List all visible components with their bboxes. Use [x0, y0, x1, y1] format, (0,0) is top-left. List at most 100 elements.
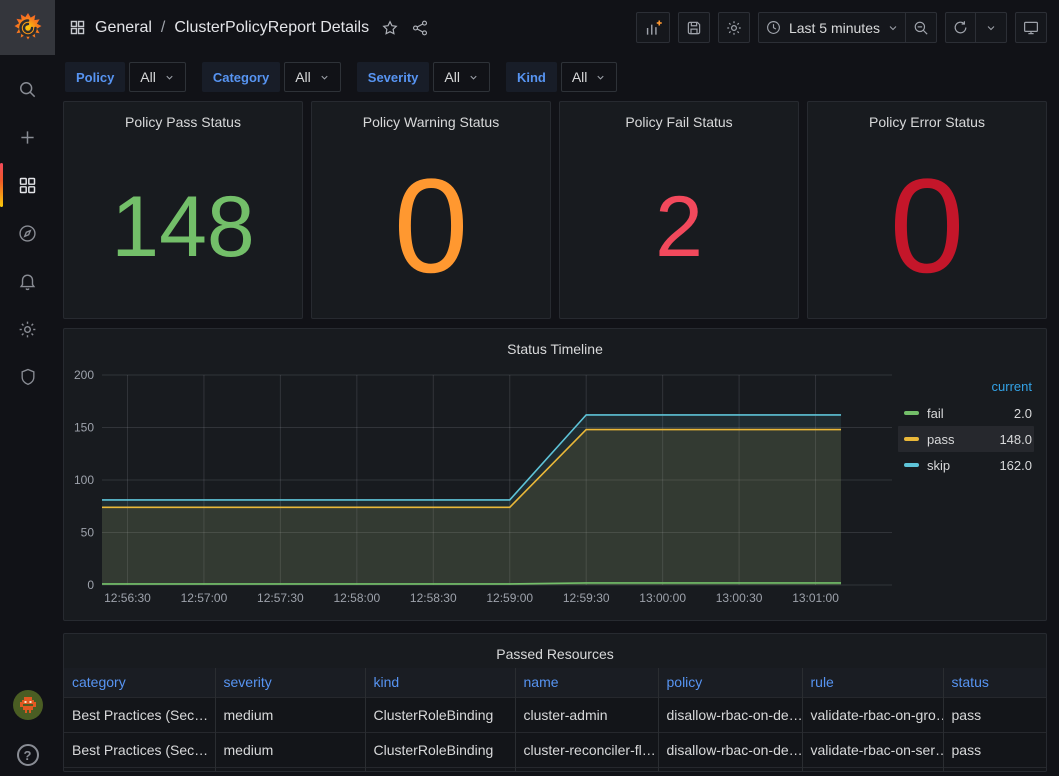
chart-body: 05010015020012:56:3012:57:0012:57:3012:5…: [64, 363, 1046, 619]
breadcrumb-section[interactable]: General: [95, 19, 152, 37]
series-label[interactable]: pass: [927, 432, 954, 447]
column-header-category[interactable]: category: [64, 668, 215, 697]
panel-title[interactable]: Policy Error Status: [808, 108, 1046, 136]
share-icon: [411, 19, 429, 37]
column-header-status[interactable]: status: [943, 668, 1046, 697]
kiosk-mode-button[interactable]: [1015, 12, 1047, 43]
sidebar-item-server-admin[interactable]: [0, 353, 55, 401]
refresh-button[interactable]: [945, 12, 976, 43]
user-avatar[interactable]: [13, 690, 43, 725]
dashboard-settings-button[interactable]: [718, 12, 750, 43]
series-label[interactable]: fail: [927, 406, 944, 421]
filter-value-dropdown[interactable]: All: [561, 62, 618, 92]
chevron-down-icon: [985, 22, 997, 34]
svg-text:13:00:00: 13:00:00: [639, 591, 686, 605]
filter-selected-value: All: [295, 69, 311, 85]
help-glyph: ?: [24, 748, 32, 763]
share-button[interactable]: [411, 19, 429, 37]
panel-title[interactable]: Policy Warning Status: [312, 108, 550, 136]
chevron-down-icon: [319, 72, 330, 83]
time-range-picker[interactable]: Last 5 minutes: [758, 12, 906, 43]
help-button[interactable]: ?: [17, 744, 39, 766]
svg-text:12:56:30: 12:56:30: [104, 591, 151, 605]
chevron-down-icon: [468, 72, 479, 83]
filter-selected-value: All: [572, 69, 588, 85]
column-header-kind[interactable]: kind: [365, 668, 515, 697]
column-header-name[interactable]: name: [515, 668, 658, 697]
top-nav: General / ClusterPolicyReport Details: [55, 0, 1059, 55]
stat-value: 0: [890, 160, 965, 294]
chevron-down-icon: [164, 72, 175, 83]
panel-title[interactable]: Status Timeline: [64, 335, 1046, 363]
gear-icon: [725, 19, 743, 37]
filter-policy: Policy All: [65, 62, 186, 92]
table-row: Best Practices (Sec… medium ClusterRoleB…: [64, 697, 1046, 732]
svg-text:100: 100: [74, 473, 94, 487]
monitor-icon: [1022, 19, 1040, 37]
series-current-value: 2.0: [1014, 406, 1032, 421]
dashboards-grid-icon: [17, 175, 38, 196]
avatar-icon: [13, 690, 43, 720]
filter-value-dropdown[interactable]: All: [129, 62, 186, 92]
svg-text:0: 0: [87, 578, 94, 592]
cell-rule: validate-rbac-on-gro…: [802, 697, 943, 732]
svg-text:12:57:00: 12:57:00: [181, 591, 228, 605]
series-label[interactable]: skip: [927, 458, 950, 473]
chart-legend: current fail 2.0 pass 148.0 skip 162.0: [898, 363, 1046, 619]
legend-column-header[interactable]: current: [898, 379, 1034, 394]
svg-text:12:57:30: 12:57:30: [257, 591, 304, 605]
cell-rule: validate-rbac-on-ser…: [802, 732, 943, 767]
stat-value: 0: [394, 160, 469, 294]
sidebar-item-alerting[interactable]: [0, 257, 55, 305]
panel-title[interactable]: Passed Resources: [64, 640, 1046, 668]
refresh-interval-dropdown[interactable]: [976, 12, 1007, 43]
sidebar-item-dashboards[interactable]: [0, 161, 55, 209]
cell-name: cluster-admin: [515, 697, 658, 732]
filter-label: Category: [202, 62, 280, 92]
legend-row-pass: pass 148.0: [898, 426, 1034, 452]
dashboard-toolbar: Last 5 minutes: [636, 12, 1047, 43]
panel-title[interactable]: Policy Pass Status: [64, 108, 302, 136]
panel-policy-fail-status: Policy Fail Status 2: [559, 101, 799, 319]
column-header-severity[interactable]: severity: [215, 668, 365, 697]
svg-text:13:01:00: 13:01:00: [792, 591, 839, 605]
panel-title[interactable]: Policy Fail Status: [560, 108, 798, 136]
sidebar: ?: [0, 0, 55, 776]
stat-value: 2: [655, 184, 703, 270]
grafana-flame-icon: [11, 11, 45, 45]
panel-status-timeline: Status Timeline 05010015020012:56:3012:5…: [63, 328, 1047, 621]
column-header-policy[interactable]: policy: [658, 668, 802, 697]
panel-policy-error-status: Policy Error Status 0: [807, 101, 1047, 319]
sidebar-item-search[interactable]: [0, 65, 55, 113]
passed-resources-table: category severity kind name policy rule …: [64, 668, 1046, 771]
refresh-controls: [945, 12, 1007, 43]
shield-icon: [18, 367, 38, 387]
svg-text:12:59:30: 12:59:30: [563, 591, 610, 605]
add-panel-button[interactable]: [636, 12, 670, 43]
star-button[interactable]: [381, 19, 399, 37]
cell-status: pass: [943, 732, 1046, 767]
sidebar-item-explore[interactable]: [0, 209, 55, 257]
sidebar-item-configuration[interactable]: [0, 305, 55, 353]
grafana-logo[interactable]: [0, 0, 55, 55]
filter-label: Kind: [506, 62, 557, 92]
panel-policy-pass-status: Policy Pass Status 148: [63, 101, 303, 319]
series-color-swatch: [904, 437, 919, 441]
timeline-plot-area[interactable]: 05010015020012:56:3012:57:0012:57:3012:5…: [64, 363, 898, 619]
filter-value-dropdown[interactable]: All: [284, 62, 341, 92]
table-header-row: category severity kind name policy rule …: [64, 668, 1046, 697]
table-row-partial: [64, 767, 1046, 771]
save-dashboard-button[interactable]: [678, 12, 710, 43]
star-icon: [381, 19, 399, 37]
column-header-rule[interactable]: rule: [802, 668, 943, 697]
zoom-out-button[interactable]: [906, 12, 937, 43]
filter-label: Severity: [357, 62, 430, 92]
filter-value-dropdown[interactable]: All: [433, 62, 490, 92]
sidebar-item-create[interactable]: [0, 113, 55, 161]
filter-severity: Severity All: [357, 62, 490, 92]
plus-icon: [17, 127, 38, 148]
svg-text:200: 200: [74, 368, 94, 382]
timeline-chart[interactable]: 05010015020012:56:3012:57:0012:57:3012:5…: [64, 363, 898, 615]
page-title: ClusterPolicyReport Details: [174, 19, 369, 37]
filter-category: Category All: [202, 62, 341, 92]
